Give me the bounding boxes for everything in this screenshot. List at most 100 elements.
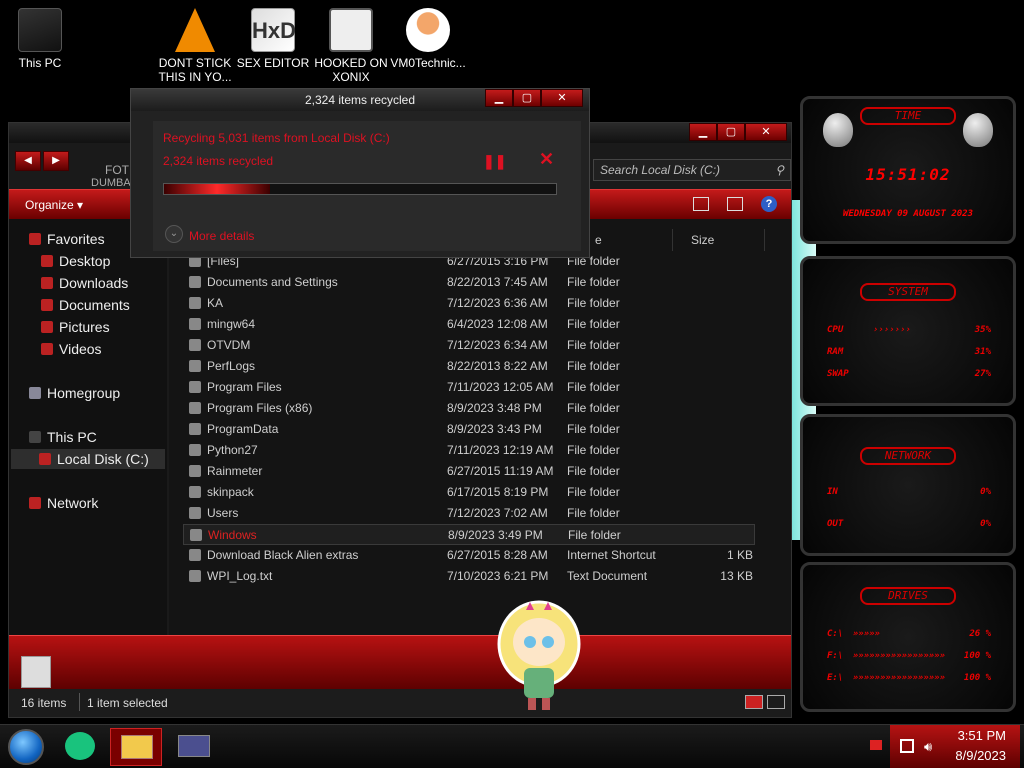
close-button[interactable]: ✕ [541, 89, 583, 107]
table-row[interactable]: Program Files (x86) 8/9/2023 3:48 PM File … [183, 398, 755, 419]
help-icon[interactable]: ? [761, 196, 777, 212]
back-button[interactable]: ◀ [15, 151, 41, 171]
table-row[interactable]: OTVDM 7/12/2023 6:34 AM File folder [183, 335, 755, 356]
table-row[interactable]: Python27 7/11/2023 12:19 AM File folder [183, 440, 755, 461]
column-header-size[interactable]: Size [685, 229, 765, 251]
file-name: Documents and Settings [207, 275, 338, 289]
cancel-button[interactable]: ✕ [539, 149, 554, 170]
start-button[interactable] [8, 729, 44, 765]
file-name: skinpack [207, 485, 254, 499]
file-name: PerfLogs [207, 359, 256, 373]
desktop-icon-label: VM0Technic... [390, 56, 466, 70]
table-row[interactable]: Download Black Alien extras 6/27/2015 8:2… [183, 545, 755, 566]
file-icon [189, 549, 201, 561]
more-details-link[interactable]: More details [189, 229, 254, 243]
close-button[interactable]: ✕ [745, 123, 787, 141]
nav-documents[interactable]: Documents [41, 297, 130, 313]
file-icon [189, 486, 201, 498]
nav-downloads[interactable]: Downloads [41, 275, 128, 291]
nav-homegroup[interactable]: Homegroup [29, 385, 120, 401]
taskbar-app-chat[interactable] [54, 728, 106, 766]
file-list: e Size [Files] 6/27/2015 3:16 PM File fold… [169, 219, 791, 637]
action-center-flag-icon[interactable] [870, 740, 882, 750]
table-row[interactable]: KA 7/12/2023 6:36 AM File folder [183, 293, 755, 314]
desktop-icon-this-pc[interactable]: This PC [2, 8, 78, 70]
desktop-icon-label: HOOKED ON XONIX [314, 56, 388, 84]
maximize-button[interactable]: ▢ [717, 123, 745, 141]
cartoon-girl-sticker [497, 600, 581, 710]
large-icons-view-icon[interactable] [767, 695, 785, 709]
item-count: 16 items [21, 696, 67, 710]
search-input[interactable]: Search Local Disk (C:) ⚲ [593, 159, 791, 181]
table-row[interactable]: Rainmeter 6/27/2015 11:19 AM File folder [183, 461, 755, 482]
file-icon [189, 339, 201, 351]
minimize-button[interactable]: ▁ [689, 123, 717, 141]
table-row[interactable]: ProgramData 8/9/2023 3:43 PM File folder [183, 419, 755, 440]
file-date: 7/12/2023 6:36 AM [447, 296, 548, 310]
table-row[interactable]: skinpack 6/17/2015 8:19 PM File folder [183, 482, 755, 503]
table-row[interactable]: Windows 8/9/2023 3:49 PM File folder [183, 524, 755, 545]
tray-time[interactable]: 3:51 PM [958, 728, 1006, 743]
table-row[interactable]: WPI_Log.txt 7/10/2023 6:21 PM Text Documen… [183, 566, 755, 587]
file-type: Internet Shortcut [567, 548, 656, 562]
alien-head-icon [823, 113, 853, 147]
pause-button[interactable]: ❚❚ [483, 153, 506, 170]
forward-button[interactable]: ▶ [43, 151, 69, 171]
file-type: File folder [567, 296, 620, 310]
table-row[interactable]: Users 7/12/2023 7:02 AM File folder [183, 503, 755, 524]
star-icon [29, 233, 41, 245]
file-size: 13 KB [720, 569, 753, 583]
desktop-icon-xonix[interactable]: HOOKED ON XONIX [313, 8, 389, 84]
nav-videos[interactable]: Videos [41, 341, 102, 357]
column-label: e [595, 233, 602, 247]
dialog-titlebar[interactable]: 2,324 items recycled ▁ ▢ ✕ [131, 89, 589, 111]
file-type: File folder [567, 485, 620, 499]
nav-this-pc[interactable]: This PC [29, 429, 97, 445]
organize-button[interactable]: Organize ▾ [25, 198, 83, 212]
nav-favorites[interactable]: Favorites [29, 231, 105, 247]
column-header-type[interactable]: e [589, 229, 673, 251]
chevron-down-icon[interactable]: ⌄ [165, 225, 183, 243]
file-date: 8/22/2013 8:22 AM [447, 359, 548, 373]
window-controls: ▁ ▢ ✕ [689, 123, 787, 141]
table-row[interactable]: mingw64 6/4/2023 12:08 AM File folder [183, 314, 755, 335]
file-date: 8/9/2023 3:49 PM [448, 528, 543, 542]
file-date: 7/10/2023 6:21 PM [447, 569, 549, 583]
minimize-button[interactable]: ▁ [485, 89, 513, 107]
desktop-icon-vlc[interactable]: DONT STICK THIS IN YO... [157, 8, 233, 84]
desktop-icon-hxd[interactable]: HxD SEX EDITOR [235, 8, 311, 70]
status-divider [79, 693, 80, 711]
volume-icon[interactable]: 🔊︎ [924, 739, 932, 755]
network-gadget: NETWORK IN 0% OUT 0% [800, 414, 1016, 556]
dialog-window-controls: ▁ ▢ ✕ [485, 89, 583, 107]
nav-desktop[interactable]: Desktop [41, 253, 110, 269]
status-bar: 16 items 1 item selected [9, 689, 791, 717]
nav-local-disk[interactable]: Local Disk (C:) [11, 449, 165, 469]
table-row[interactable]: Program Files 7/11/2023 12:05 AM File fold… [183, 377, 755, 398]
nav-pictures[interactable]: Pictures [41, 319, 110, 335]
gadget-title: DRIVES [860, 587, 956, 605]
alien-head-icon [963, 113, 993, 147]
dialog-title: 2,324 items recycled [304, 93, 416, 107]
taskbar-app-explorer[interactable] [110, 728, 162, 766]
cpu-bar: ››››››› [873, 325, 911, 335]
table-row[interactable]: PerfLogs 8/22/2013 8:22 AM File folder [183, 356, 755, 377]
file-icon [189, 402, 201, 414]
details-view-icon[interactable] [745, 695, 763, 709]
nav-network[interactable]: Network [29, 495, 98, 511]
dialog-body: Recycling 5,031 items from Local Disk (C… [153, 121, 581, 251]
file-icon [189, 570, 201, 582]
desktop-icon-vm0[interactable]: VM0Technic... [390, 8, 466, 70]
view-options-icon[interactable] [693, 197, 709, 211]
nav-label: Documents [59, 297, 130, 313]
preview-pane-icon[interactable] [727, 197, 743, 211]
taskbar-app-other[interactable] [168, 728, 220, 766]
table-row[interactable]: Documents and Settings 8/22/2013 7:45 AM F… [183, 272, 755, 293]
selection-count: 1 item selected [87, 696, 168, 710]
drive-icon [39, 453, 51, 465]
maximize-button[interactable]: ▢ [513, 89, 541, 107]
drive-f-value: 100 % [963, 651, 991, 661]
file-type: File folder [567, 380, 620, 394]
tray-date[interactable]: 8/9/2023 [955, 748, 1006, 763]
network-tray-icon[interactable] [900, 739, 914, 753]
